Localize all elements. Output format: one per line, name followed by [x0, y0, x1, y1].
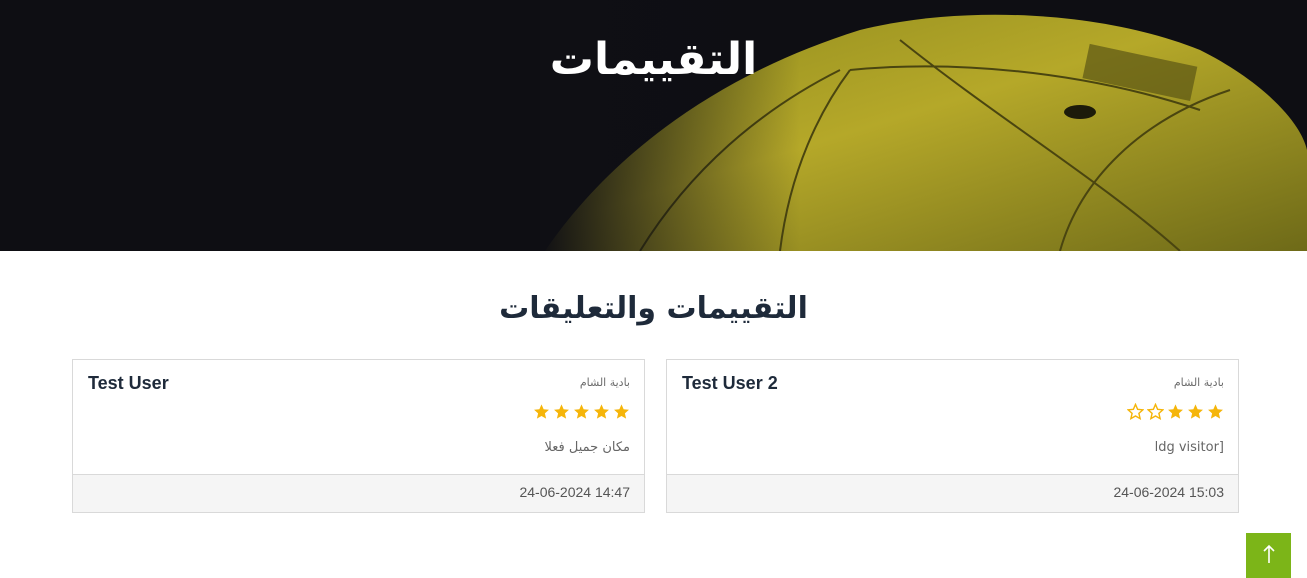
scroll-to-top-button[interactable]: [1246, 533, 1291, 578]
arrow-up-icon: [1262, 544, 1276, 567]
review-card: Test User 2 بادية الشام ldg visitor] 24-…: [666, 359, 1239, 513]
star-filled-icon: [613, 403, 630, 420]
review-comment: مكان جميل فعلا: [544, 440, 630, 455]
star-filled-icon: [533, 403, 550, 420]
star-empty-icon: [1127, 403, 1144, 420]
star-filled-icon: [553, 403, 570, 420]
review-date: 24-06-2024 14:47: [519, 484, 630, 500]
review-place: بادية الشام: [579, 376, 630, 389]
star-rating: [533, 403, 630, 420]
star-rating: [1127, 403, 1224, 420]
review-place: بادية الشام: [1173, 376, 1224, 389]
star-filled-icon: [593, 403, 610, 420]
star-filled-icon: [573, 403, 590, 420]
section-title: التقييمات والتعليقات: [499, 291, 808, 326]
reviewer-name: Test User 2: [682, 373, 778, 393]
review-footer: 24-06-2024 14:47: [73, 474, 644, 512]
hero-banner: التقييمات: [0, 0, 1307, 251]
star-filled-icon: [1167, 403, 1184, 420]
page-title: التقييمات: [549, 34, 758, 85]
review-card: Test User بادية الشام مكان جميل فعلا 24-…: [72, 359, 645, 513]
review-date: 24-06-2024 15:03: [1113, 484, 1224, 500]
star-empty-icon: [1147, 403, 1164, 420]
star-filled-icon: [1187, 403, 1204, 420]
review-footer: 24-06-2024 15:03: [667, 474, 1238, 512]
review-comment: ldg visitor]: [1154, 440, 1224, 455]
star-filled-icon: [1207, 403, 1224, 420]
reviewer-name: Test User: [88, 373, 169, 393]
